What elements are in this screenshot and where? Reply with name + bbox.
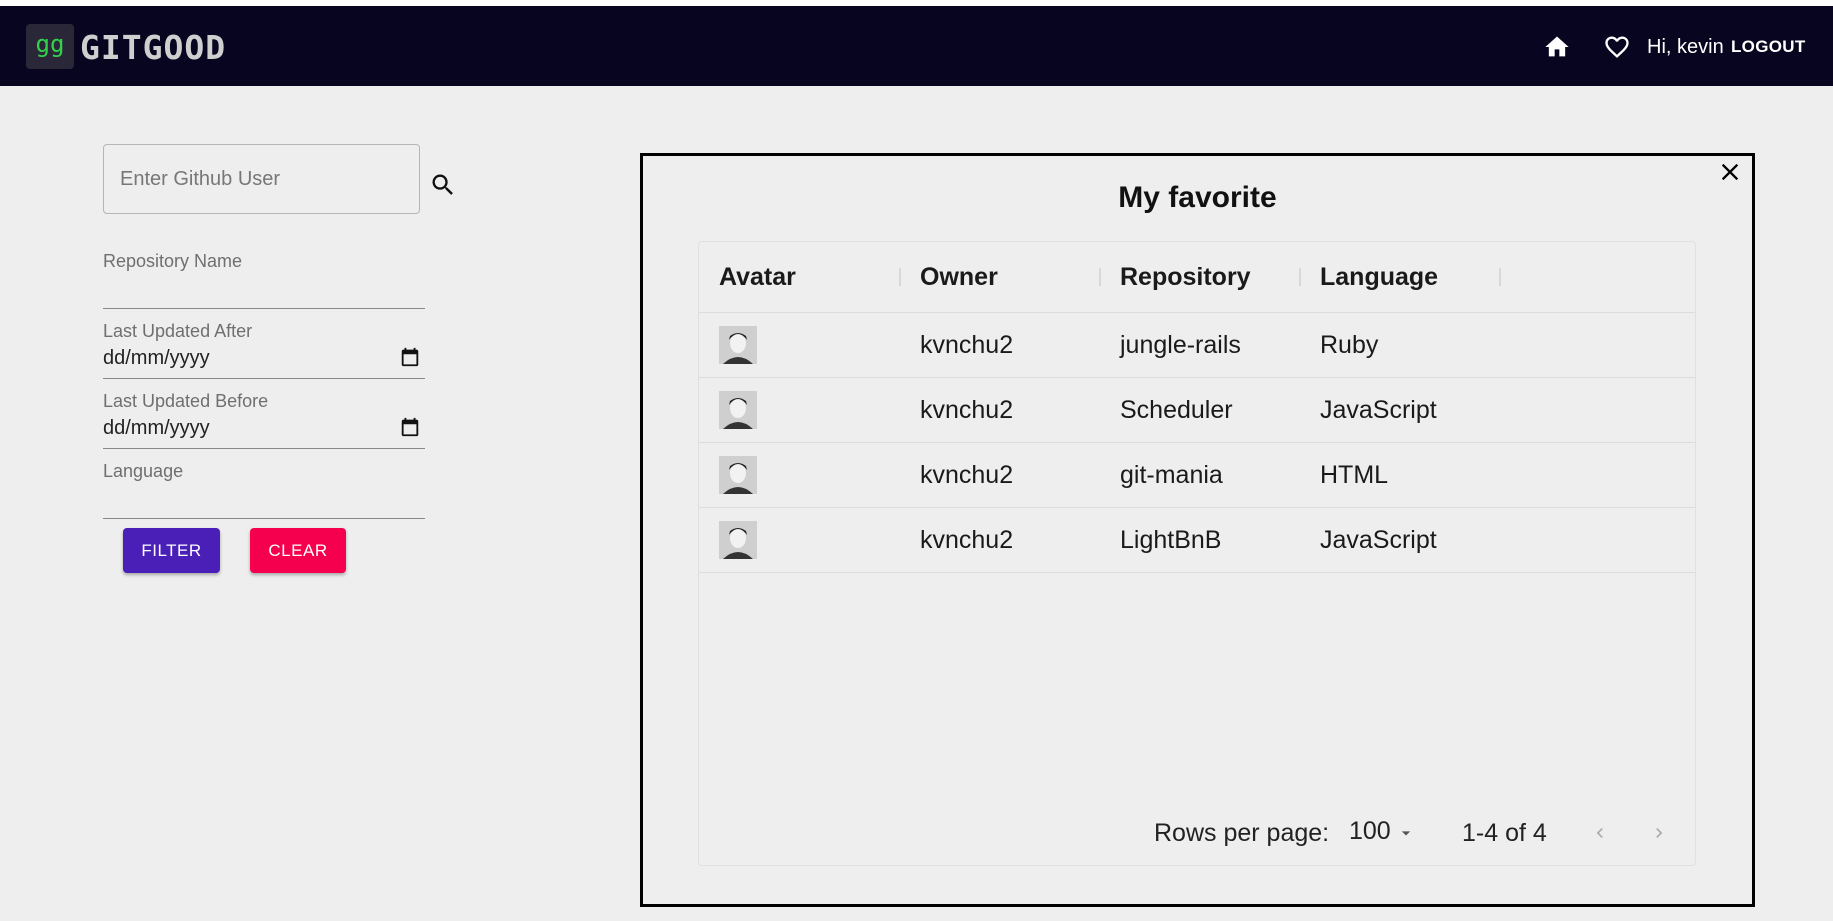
clear-button[interactable]: CLEAR <box>250 528 346 573</box>
table-row[interactable]: kvnchu2 git-mania HTML <box>699 443 1695 508</box>
favorites-table: Avatar Owner Repository Language kvnchu2… <box>698 241 1696 866</box>
language-cell: JavaScript <box>1320 526 1437 554</box>
repository-name-field[interactable]: Repository Name <box>103 248 425 309</box>
chevron-left-icon[interactable] <box>1590 823 1610 843</box>
search-icon[interactable] <box>429 171 457 199</box>
repository-cell: git-mania <box>1120 461 1223 489</box>
chevron-right-icon[interactable] <box>1649 823 1669 843</box>
last-updated-before-label: Last Updated Before <box>103 391 269 411</box>
rows-per-page-select[interactable]: 100 <box>1349 816 1391 846</box>
language-field[interactable]: Language <box>103 458 425 519</box>
logout-button[interactable]: LOGOUT <box>1731 35 1806 59</box>
app-bar: gg GITGOOD Hi, kevin LOGOUT <box>0 6 1833 86</box>
owner-cell: kvnchu2 <box>920 526 1014 554</box>
app-name[interactable]: GITGOOD <box>80 28 226 68</box>
table-row[interactable]: kvnchu2 Scheduler JavaScript <box>699 378 1695 443</box>
column-separator[interactable] <box>899 268 901 286</box>
avatar <box>719 391 757 429</box>
github-user-search-input[interactable] <box>103 144 420 214</box>
avatar <box>719 456 757 494</box>
user-greeting: Hi, kevin <box>1647 36 1724 58</box>
column-header-avatar[interactable]: Avatar <box>719 242 796 312</box>
logo-mark[interactable]: gg <box>26 24 74 69</box>
avatar <box>719 326 757 364</box>
rows-per-page-label: Rows per page: <box>1154 819 1330 847</box>
filter-button[interactable]: FILTER <box>123 528 220 573</box>
column-header-language[interactable]: Language <box>1320 242 1438 312</box>
avatar <box>719 521 757 559</box>
language-cell: Ruby <box>1320 331 1379 359</box>
column-separator[interactable] <box>1499 268 1501 286</box>
repository-name-label: Repository Name <box>103 251 243 271</box>
owner-cell: kvnchu2 <box>920 331 1014 359</box>
last-updated-after-value[interactable]: dd/mm/yyyy <box>103 346 210 370</box>
owner-cell: kvnchu2 <box>920 461 1014 489</box>
repository-cell: Scheduler <box>1120 396 1233 424</box>
calendar-icon[interactable] <box>399 346 421 368</box>
repository-cell: jungle-rails <box>1120 331 1241 359</box>
table-row[interactable]: kvnchu2 LightBnB JavaScript <box>699 508 1695 573</box>
language-cell: JavaScript <box>1320 396 1437 424</box>
last-updated-before-field[interactable]: Last Updated Before dd/mm/yyyy <box>103 388 425 449</box>
column-header-repository[interactable]: Repository <box>1120 242 1251 312</box>
table-header: Avatar Owner Repository Language <box>699 242 1695 313</box>
table-row[interactable]: kvnchu2 jungle-rails Ruby <box>699 313 1695 378</box>
column-separator[interactable] <box>1099 268 1101 286</box>
calendar-icon[interactable] <box>399 416 421 438</box>
column-header-owner[interactable]: Owner <box>920 242 998 312</box>
repository-cell: LightBnB <box>1120 526 1222 554</box>
last-updated-after-field[interactable]: Last Updated After dd/mm/yyyy <box>103 318 425 379</box>
last-updated-before-value[interactable]: dd/mm/yyyy <box>103 416 210 440</box>
language-label: Language <box>103 461 184 481</box>
owner-cell: kvnchu2 <box>920 396 1014 424</box>
home-icon[interactable] <box>1542 33 1572 61</box>
modal-title: My favorite <box>1118 181 1277 214</box>
language-cell: HTML <box>1320 461 1389 489</box>
heart-icon[interactable] <box>1602 33 1632 61</box>
last-updated-after-label: Last Updated After <box>103 321 253 341</box>
column-separator[interactable] <box>1299 268 1301 286</box>
dropdown-arrow-icon[interactable] <box>1396 823 1416 843</box>
pagination-range: 1-4 of 4 <box>1462 819 1547 847</box>
